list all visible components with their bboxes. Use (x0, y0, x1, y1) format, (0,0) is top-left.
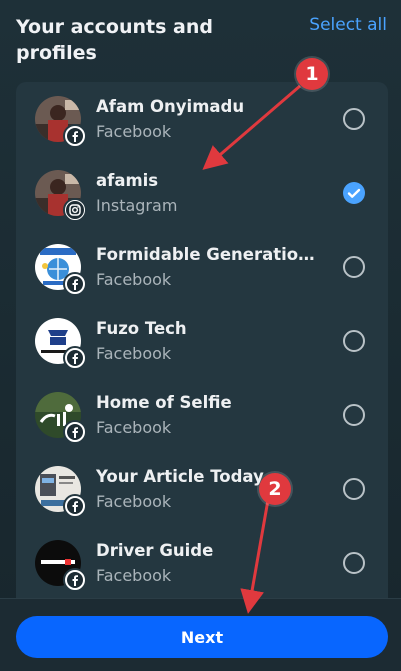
annotation-arrows (202, 84, 301, 614)
annotation-marker-1: 1 (296, 58, 328, 90)
annotation-arrow-1 (202, 84, 301, 170)
annotation-marker-2: 2 (259, 473, 291, 505)
annotation-arrow-2 (240, 499, 270, 614)
